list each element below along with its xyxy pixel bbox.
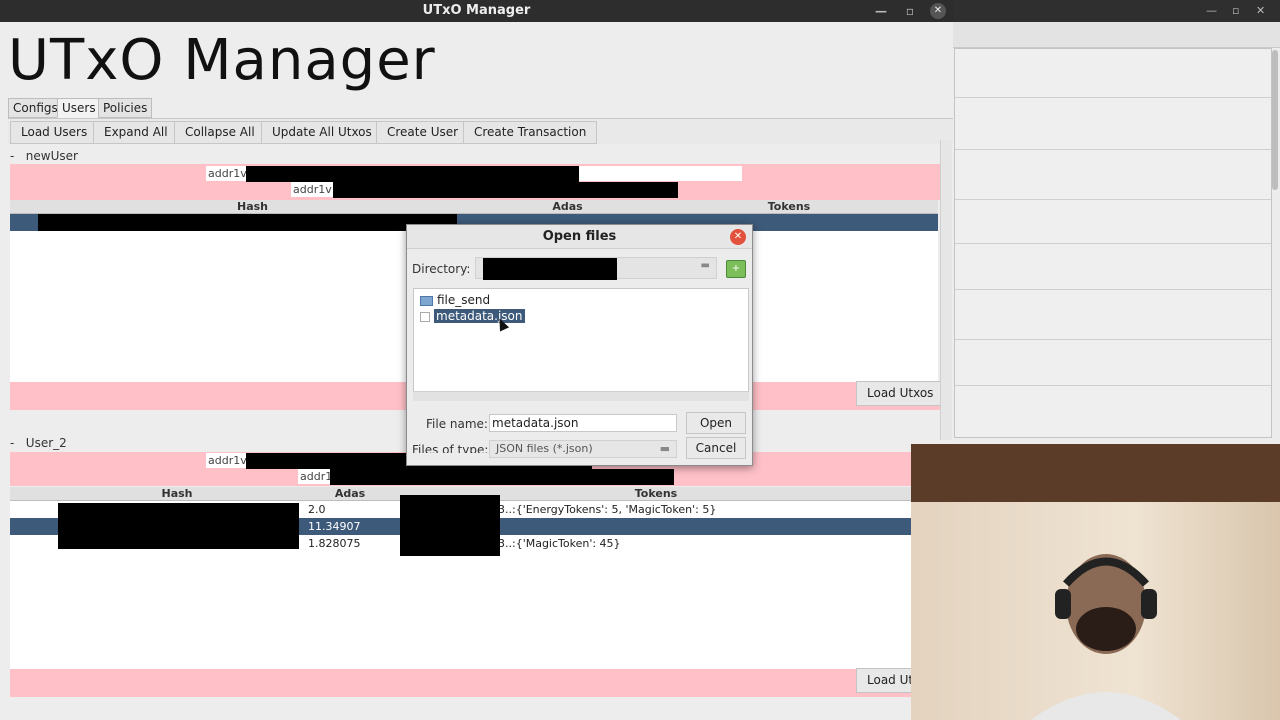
background-titlebar: — ▫ ✕ bbox=[952, 0, 1280, 22]
col-adas[interactable]: Adas bbox=[305, 487, 395, 500]
dialog-title: Open files bbox=[407, 225, 752, 249]
adas-cell: 11.34907 bbox=[308, 520, 361, 533]
redacted-block bbox=[58, 503, 299, 549]
collapse-icon[interactable]: - bbox=[10, 436, 26, 450]
maximize-icon[interactable]: ▫ bbox=[1232, 4, 1239, 17]
file-name-input[interactable]: metadata.json bbox=[489, 414, 677, 432]
files-of-type-select[interactable]: JSON files (*.json) ▬ bbox=[489, 440, 677, 458]
chevron-down-icon: ▬ bbox=[659, 442, 670, 455]
redacted-block bbox=[38, 214, 457, 231]
redacted-block bbox=[333, 182, 678, 198]
open-button[interactable]: Open bbox=[686, 412, 746, 434]
folder-icon bbox=[420, 295, 433, 306]
col-tokens[interactable]: Tokens bbox=[640, 200, 938, 213]
expand-all-button[interactable]: Expand All bbox=[93, 121, 179, 144]
user-name: newUser bbox=[25, 149, 78, 163]
file-list[interactable]: file_send metadata.json bbox=[413, 288, 749, 401]
footer-band bbox=[10, 669, 912, 697]
chevron-down-icon: ▬ bbox=[700, 260, 710, 271]
minimize-icon[interactable]: — bbox=[873, 3, 889, 19]
person-image bbox=[1031, 554, 1181, 720]
user-section-header[interactable]: - User_2 bbox=[10, 436, 67, 450]
titlebar: UTxO Manager — ▫ ✕ bbox=[0, 0, 953, 22]
new-folder-icon[interactable]: + bbox=[726, 260, 746, 278]
adas-cell: 1.828075 bbox=[308, 537, 361, 550]
collapse-icon[interactable]: - bbox=[10, 149, 26, 163]
tokens-cell: 3..:{'MagicToken': 45} bbox=[498, 537, 621, 550]
update-all-utxos-button[interactable]: Update All Utxos bbox=[261, 121, 383, 144]
col-adas[interactable]: Adas bbox=[495, 200, 640, 213]
col-hash[interactable]: Hash bbox=[10, 200, 495, 213]
horizontal-scrollbar[interactable] bbox=[413, 391, 749, 401]
close-icon[interactable]: ✕ bbox=[1256, 4, 1265, 17]
background-scrollbar[interactable] bbox=[1272, 50, 1278, 190]
files-of-type-label: Files of type: bbox=[412, 443, 489, 453]
close-icon[interactable]: ✕ bbox=[930, 3, 946, 19]
col-hash[interactable]: Hash bbox=[10, 487, 344, 500]
tab-policies[interactable]: Policies bbox=[98, 98, 153, 118]
list-item[interactable]: file_send bbox=[420, 293, 490, 308]
directory-label: Directory: bbox=[412, 262, 471, 276]
background-toolbar bbox=[952, 22, 1280, 48]
create-transaction-button[interactable]: Create Transaction bbox=[463, 121, 598, 144]
background-panel bbox=[954, 48, 1272, 438]
page-title: UTxO Manager bbox=[8, 28, 436, 93]
maximize-icon[interactable]: ▫ bbox=[902, 3, 918, 19]
table-header: Hash Adas Tokens bbox=[10, 200, 938, 214]
create-user-button[interactable]: Create User bbox=[376, 121, 470, 144]
user-section-header[interactable]: - newUser bbox=[10, 149, 78, 163]
redacted-block bbox=[330, 469, 674, 485]
toolbar: Load Users Expand All Collapse All Updat… bbox=[8, 118, 953, 144]
load-utxos-button[interactable]: Load Utxos bbox=[856, 381, 945, 406]
load-users-button[interactable]: Load Users bbox=[10, 121, 99, 144]
file-icon bbox=[420, 311, 430, 322]
open-files-dialog: Open files ✕ Directory: ▬ + file_send me… bbox=[406, 224, 753, 466]
file-name-label: File name: bbox=[426, 417, 488, 431]
window-title: UTxO Manager bbox=[422, 3, 531, 18]
adas-cell: 2.0 bbox=[308, 503, 326, 516]
cancel-button[interactable]: Cancel bbox=[686, 437, 746, 459]
collapse-all-button[interactable]: Collapse All bbox=[174, 121, 266, 144]
redacted-block bbox=[483, 258, 617, 280]
directory-select[interactable]: ▬ bbox=[475, 257, 717, 280]
webcam-overlay bbox=[911, 444, 1280, 720]
user-name: User_2 bbox=[25, 436, 67, 450]
list-item[interactable]: metadata.json bbox=[420, 309, 525, 324]
minimize-icon[interactable]: — bbox=[1206, 4, 1217, 17]
close-icon[interactable]: ✕ bbox=[730, 229, 746, 245]
tab-configs[interactable]: Configs bbox=[8, 98, 63, 118]
load-utxos-button[interactable]: Load Ut: bbox=[856, 668, 912, 693]
redacted-block bbox=[246, 166, 579, 182]
redacted-block bbox=[400, 495, 500, 556]
tab-users[interactable]: Users bbox=[57, 98, 101, 118]
main-scrollbar[interactable] bbox=[940, 140, 952, 440]
tokens-cell: 3..:{'EnergyTokens': 5, 'MagicToken': 5} bbox=[498, 503, 717, 516]
ceiling-beam bbox=[911, 444, 1280, 502]
